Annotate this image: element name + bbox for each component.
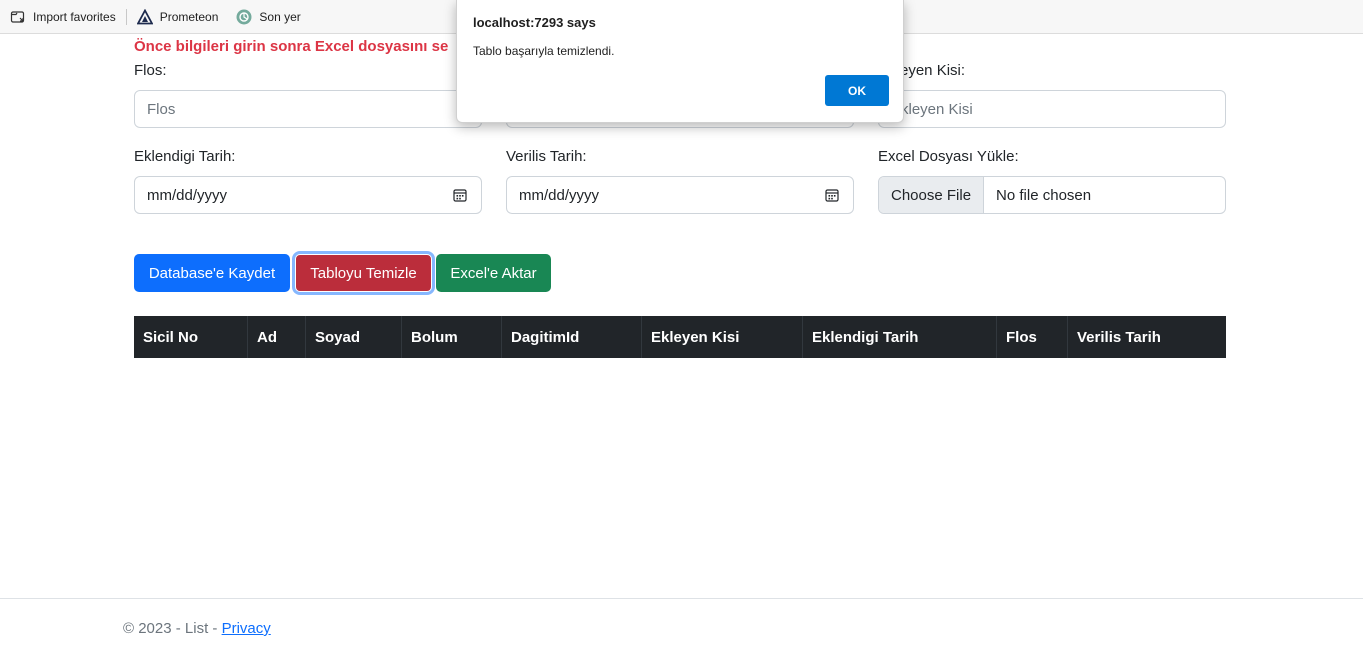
data-table-header: Sicil No Ad Soyad Bolum DagitimId Ekleye… [134,316,1226,358]
favorite-son-yer[interactable]: Son yer [236,5,301,29]
calendar-icon[interactable] [825,188,839,202]
column-header: Soyad [306,316,402,358]
prometeon-logo-icon [136,8,153,25]
calendar-icon[interactable] [453,188,467,202]
footer: © 2023 - List - Privacy [123,620,271,637]
eklendigi-tarih-value: mm/dd/yyyy [147,186,228,204]
column-header: Eklendigi Tarih [803,316,997,358]
column-header: Ekleyen Kisi [642,316,803,358]
save-database-button[interactable]: Database'e Kaydet [134,254,290,292]
verilis-tarih-label: Verilis Tarih: [506,148,587,165]
footer-divider [0,598,1363,599]
dialog-title: localhost:7293 says [473,15,596,30]
favorite-label: Import favorites [33,9,116,24]
column-header: Ad [248,316,306,358]
alert-dialog: localhost:7293 says Tablo başarıyla temi… [456,0,904,123]
excel-upload-label: Excel Dosyası Yükle: [878,148,1019,165]
export-excel-button[interactable]: Excel'e Aktar [436,254,551,292]
favorite-import[interactable]: Import favorites [10,5,116,29]
ekleyen-kisi-placeholder: kleyen Kisi [901,100,973,118]
footer-copyright: © 2023 - List - [123,620,222,637]
column-header: DagitimId [502,316,642,358]
dialog-ok-button[interactable]: OK [825,75,889,106]
file-status: No file chosen [996,186,1092,204]
ekleyen-kisi-input[interactable]: kleyen Kisi [878,90,1226,128]
favorite-label: Son yer [259,9,301,24]
favorite-prometeon[interactable]: Prometeon [136,5,219,29]
dialog-message: Tablo başarıyla temizlendi. [473,44,615,58]
column-header: Flos [997,316,1068,358]
eklendigi-tarih-label: Eklendigi Tarih: [134,148,236,165]
clear-table-button[interactable]: Tabloyu Temizle [295,254,432,292]
column-header: Bolum [402,316,502,358]
favorites-divider [125,8,127,25]
verilis-tarih-input[interactable]: mm/dd/yyyy [506,176,854,214]
import-favorites-icon [10,9,26,25]
flos-label: Flos: [134,62,167,79]
column-header: Verilis Tarih [1077,328,1161,346]
privacy-link[interactable]: Privacy [222,620,271,637]
flos-placeholder: Flos [147,100,176,118]
eklendigi-tarih-input[interactable]: mm/dd/yyyy [134,176,482,214]
chatgpt-icon [236,9,252,25]
column-header: Sicil No [134,316,248,358]
favorite-label: Prometeon [159,9,219,24]
form-warning: Önce bilgileri girin sonra Excel dosyası… [134,38,449,55]
choose-file-button[interactable]: Choose File [879,177,985,213]
flos-input[interactable]: Flos [134,90,482,128]
excel-file-input[interactable]: Choose File No file chosen [878,176,1226,214]
verilis-tarih-value: mm/dd/yyyy [519,186,600,204]
